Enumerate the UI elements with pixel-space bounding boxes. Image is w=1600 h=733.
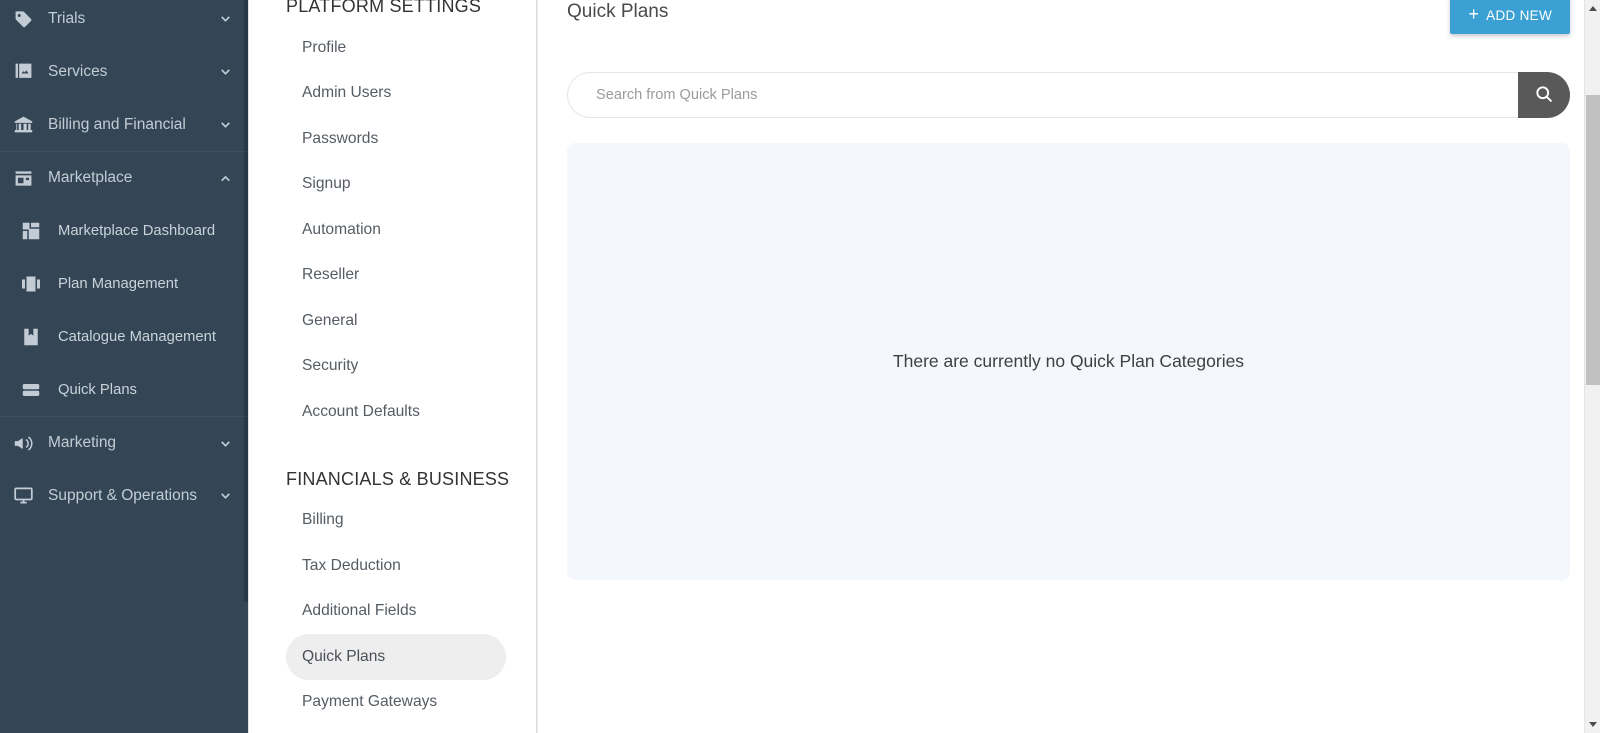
sidebar-item-label: Trials — [48, 9, 86, 27]
nav-item-tax-deduction[interactable]: Tax Deduction — [286, 543, 506, 589]
sidebar-item-support-and-operations[interactable]: Support & Operations — [0, 469, 248, 522]
sidebar-item-services[interactable]: Services — [0, 45, 248, 98]
nav-item-reseller[interactable]: Reseller — [286, 253, 506, 299]
sidebar-item-quick-plans[interactable]: Quick Plans — [0, 363, 248, 416]
application-window: Trials Services Billing and Financial Ma… — [0, 0, 1600, 733]
search-input[interactable] — [567, 72, 1518, 118]
sidebar-item-label: Marketplace Dashboard — [58, 222, 216, 239]
nav-item-general[interactable]: General — [286, 298, 506, 344]
add-new-button[interactable]: + ADD NEW — [1450, 0, 1570, 34]
sidebar-item-catalogue-management[interactable]: Catalogue Management — [0, 310, 248, 363]
catalogue-book-icon — [22, 328, 52, 346]
plus-icon: + — [1468, 4, 1480, 24]
monitor-icon — [14, 486, 40, 505]
sidebar-item-marketplace-dashboard[interactable]: Marketplace Dashboard — [0, 204, 248, 257]
window-scrollbar[interactable] — [1584, 0, 1600, 733]
empty-state-message: There are currently no Quick Plan Catego… — [892, 351, 1245, 371]
nav-item-label: Account Defaults — [302, 402, 420, 420]
sidebar-item-label: Marketing — [48, 434, 117, 451]
dashboard-grid-icon — [22, 222, 52, 240]
chevron-down-icon — [216, 12, 234, 25]
sidebar-item-marketplace[interactable]: Marketplace — [0, 151, 248, 204]
nav-item-label: Automation — [302, 220, 381, 238]
page-title: Quick Plans — [567, 1, 669, 22]
sidebar-item-label: Support & Operations — [48, 486, 198, 504]
nav-item-label: Reseller — [302, 266, 360, 284]
nav-item-label: Payment Gateways — [302, 693, 438, 711]
page-header: Quick Plans + ADD NEW — [567, 0, 1570, 50]
primary-sidebar: Trials Services Billing and Financial Ma… — [0, 0, 248, 733]
search-icon — [1534, 84, 1554, 107]
services-icon — [14, 62, 40, 81]
sidebar-item-label: Marketplace — [48, 169, 133, 186]
window-scrollbar-thumb[interactable] — [1586, 95, 1600, 385]
nav-item-account-defaults[interactable]: Account Defaults — [286, 389, 506, 435]
nav-item-quick-plans[interactable]: Quick Plans — [286, 634, 506, 680]
quick-plans-stack-icon — [22, 381, 52, 399]
main-inner: Quick Plans + ADD NEW There are cu — [537, 0, 1600, 580]
nav-item-label: Billing — [302, 511, 344, 529]
chevron-down-icon — [216, 65, 234, 78]
nav-item-label: Admin Users — [302, 84, 392, 102]
nav-item-passwords[interactable]: Passwords — [286, 116, 506, 162]
nav-item-label: General — [302, 311, 358, 329]
sidebar-item-plan-management[interactable]: Plan Management — [0, 257, 248, 310]
search-button[interactable] — [1518, 72, 1570, 118]
plan-columns-icon — [22, 275, 52, 293]
megaphone-icon — [14, 434, 40, 453]
nav-item-additional-fields[interactable]: Additional Fields — [286, 589, 506, 635]
sidebar-item-label: Plan Management — [58, 275, 179, 292]
nav-section-heading-platform-settings: PLATFORM SETTINGS — [286, 0, 482, 16]
nav-item-security[interactable]: Security — [286, 344, 506, 390]
tag-icon — [14, 9, 40, 28]
nav-item-billing[interactable]: Billing — [286, 498, 506, 544]
settings-nav-scroll-content: PLATFORM SETTINGS Profile Admin Users Pa… — [249, 0, 536, 725]
sidebar-item-marketing[interactable]: Marketing — [0, 416, 248, 469]
nav-item-label: Tax Deduction — [302, 556, 401, 574]
nav-item-automation[interactable]: Automation — [286, 207, 506, 253]
sidebar-item-billing-and-financial[interactable]: Billing and Financial — [0, 98, 248, 151]
sidebar-item-label: Services — [48, 62, 108, 80]
scroll-down-arrow-icon[interactable] — [1585, 716, 1600, 733]
chevron-down-icon — [216, 437, 234, 450]
nav-item-label: Quick Plans — [302, 647, 386, 665]
search-bar — [567, 72, 1570, 118]
sidebar-item-label: Catalogue Management — [58, 328, 216, 345]
sidebar-item-label: Billing and Financial — [48, 115, 186, 133]
nav-item-admin-users[interactable]: Admin Users — [286, 71, 506, 117]
nav-item-label: Signup — [302, 175, 351, 193]
nav-item-signup[interactable]: Signup — [286, 162, 506, 208]
nav-item-label: Passwords — [302, 129, 379, 147]
nav-item-label: Additional Fields — [302, 602, 417, 620]
chevron-up-icon — [216, 172, 234, 185]
nav-item-profile[interactable]: Profile — [286, 25, 506, 71]
nav-item-label: Profile — [302, 38, 347, 56]
scroll-up-arrow-icon[interactable] — [1585, 0, 1600, 17]
main-content: Quick Plans + ADD NEW There are cu — [537, 0, 1600, 733]
nav-item-payment-gateways[interactable]: Payment Gateways — [286, 680, 506, 726]
sidebar-item-trials[interactable]: Trials — [0, 0, 248, 45]
sidebar-item-label: Quick Plans — [58, 381, 137, 398]
chevron-down-icon — [216, 118, 234, 131]
bank-icon — [14, 115, 40, 134]
nav-section-heading-financials-business: FINANCIALS & BUSINESS — [286, 468, 510, 489]
empty-state-panel: There are currently no Quick Plan Catego… — [567, 143, 1570, 580]
settings-nav-panel: PLATFORM SETTINGS Profile Admin Users Pa… — [248, 0, 537, 733]
nav-item-label: Security — [302, 357, 359, 375]
store-icon — [14, 169, 40, 188]
add-new-label: ADD NEW — [1486, 7, 1552, 23]
sidebar-scroll-content: Trials Services Billing and Financial Ma… — [0, 0, 248, 522]
chevron-down-icon — [216, 489, 234, 502]
